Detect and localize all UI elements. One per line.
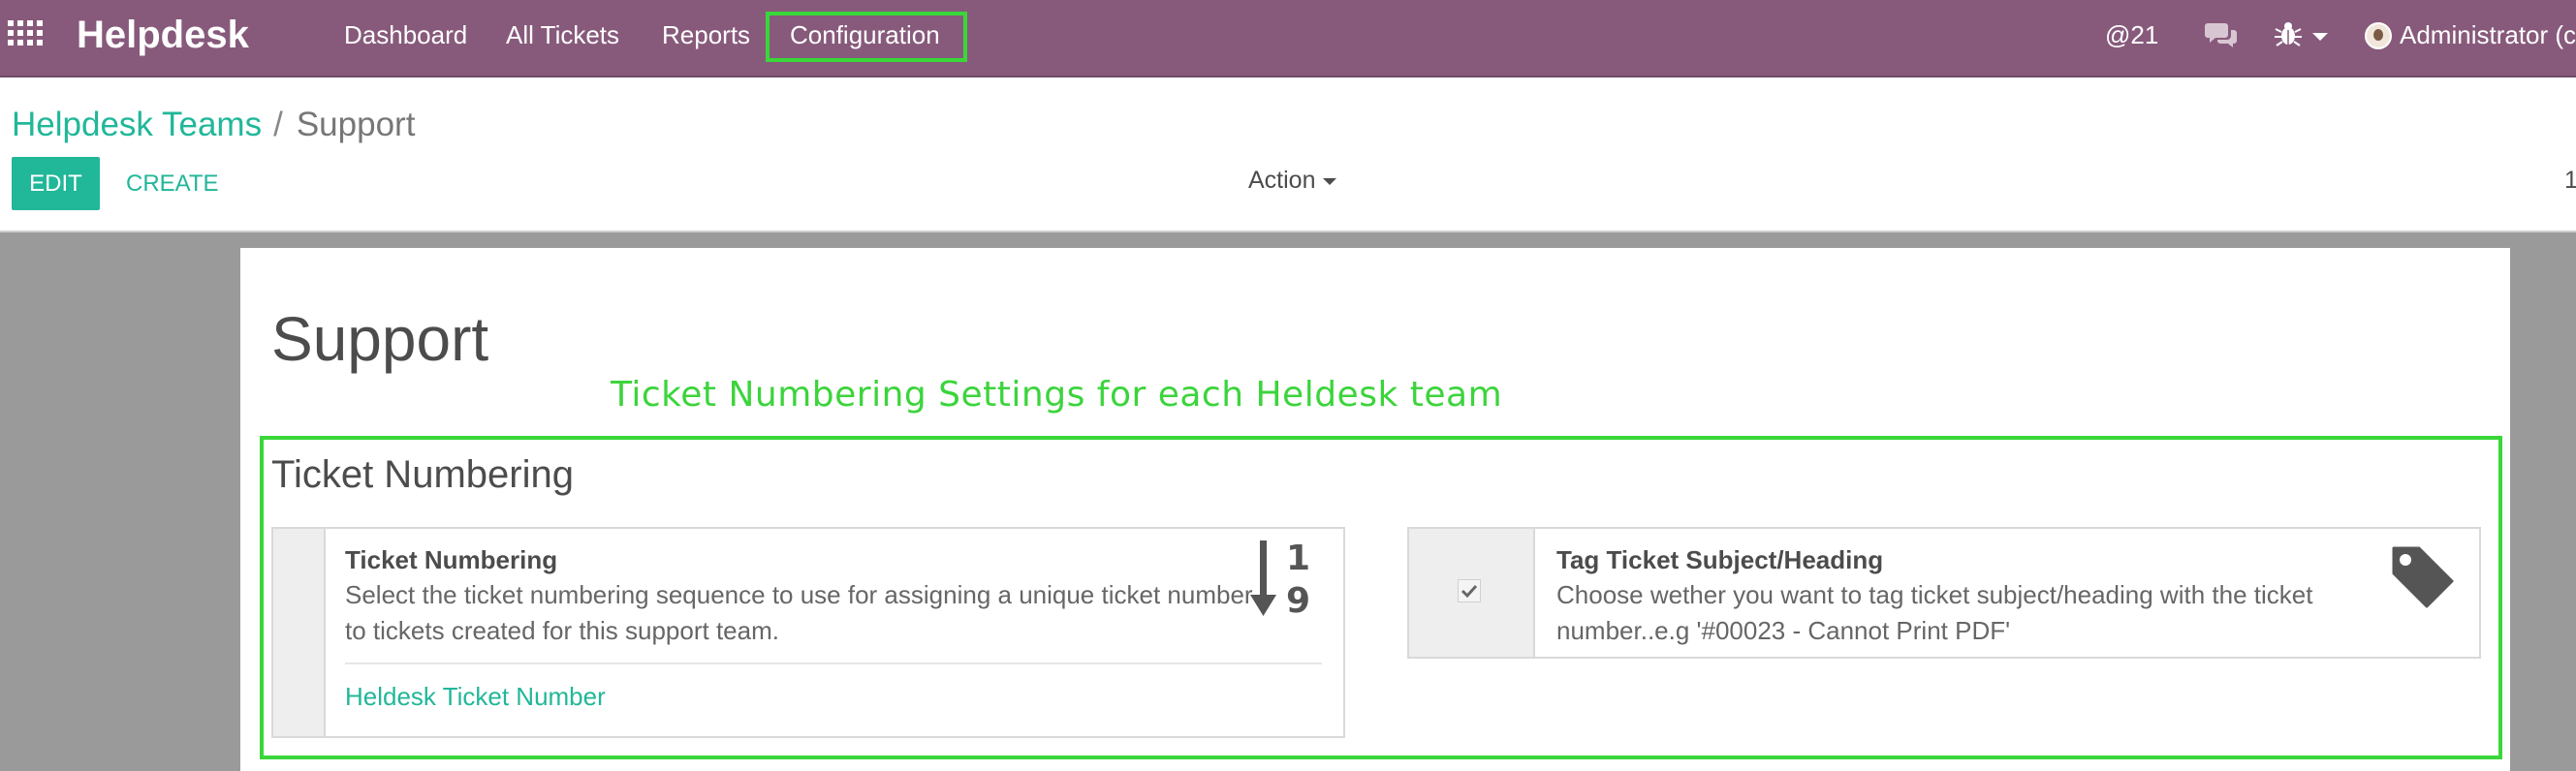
bug-icon[interactable] <box>2274 19 2303 48</box>
chat-bubbles-icon[interactable] <box>2204 21 2239 48</box>
setting-description: Select the ticket numbering sequence to … <box>345 580 1253 645</box>
user-menu[interactable]: Administrator (c <box>2400 17 2576 52</box>
setting-left-pane <box>1409 529 1535 657</box>
sequence-field-link[interactable]: Heldesk Ticket Number <box>345 680 606 713</box>
setting-description: Choose wether you want to tag ticket sub… <box>1556 580 2313 645</box>
breadcrumb-separator: / <box>273 106 283 143</box>
section-title: Ticket Numbering <box>271 453 574 496</box>
breadcrumb-helpdesk-teams[interactable]: Helpdesk Teams <box>12 106 262 143</box>
apps-grid-icon[interactable] <box>8 20 43 49</box>
action-label: Action <box>1248 167 1316 194</box>
debug-dropdown-caret-icon[interactable] <box>2312 33 2328 41</box>
setting-heading: Ticket Numbering <box>345 545 558 574</box>
control-panel: Helpdesk Teams / Support EDIT CREATE Actio… <box>0 77 2576 231</box>
pager-value[interactable]: 1 <box>2564 161 2576 200</box>
menu-dashboard[interactable]: Dashboard <box>344 17 467 52</box>
tag-icon <box>2392 546 2454 608</box>
edit-button[interactable]: EDIT <box>12 157 100 210</box>
top-navbar: Helpdesk Dashboard All Tickets Reports C… <box>0 0 2576 77</box>
setting-ticket-numbering: Ticket Numbering Select the ticket numbe… <box>271 527 1345 738</box>
setting-tag-ticket-subject: Tag Ticket Subject/Heading Choose wether… <box>1407 527 2481 659</box>
annotation-note: Ticket Numbering Settings for each Helde… <box>611 375 1503 415</box>
setting-divider <box>345 663 1322 664</box>
app-brand[interactable]: Helpdesk <box>77 10 249 60</box>
sort-numeric-down-icon: 1 9 <box>1250 539 1310 618</box>
mentions-counter[interactable]: @21 <box>2105 17 2158 52</box>
action-dropdown[interactable]: Action <box>1248 161 1337 200</box>
menu-all-tickets[interactable]: All Tickets <box>506 17 619 52</box>
chevron-down-icon <box>1323 177 1337 185</box>
svg-text:9: 9 <box>1286 581 1310 618</box>
breadcrumb: Helpdesk Teams / Support <box>12 103 415 147</box>
setting-left-pane <box>273 529 326 736</box>
record-title: Support <box>271 304 489 374</box>
svg-text:1: 1 <box>1286 539 1310 578</box>
user-avatar[interactable] <box>2365 22 2392 49</box>
tag-subject-checkbox[interactable] <box>1458 579 1481 602</box>
create-button[interactable]: CREATE <box>126 157 219 210</box>
configuration-highlight-box <box>766 12 967 62</box>
breadcrumb-current: Support <box>296 106 416 143</box>
setting-heading: Tag Ticket Subject/Heading <box>1556 545 1884 574</box>
menu-reports[interactable]: Reports <box>662 17 750 52</box>
